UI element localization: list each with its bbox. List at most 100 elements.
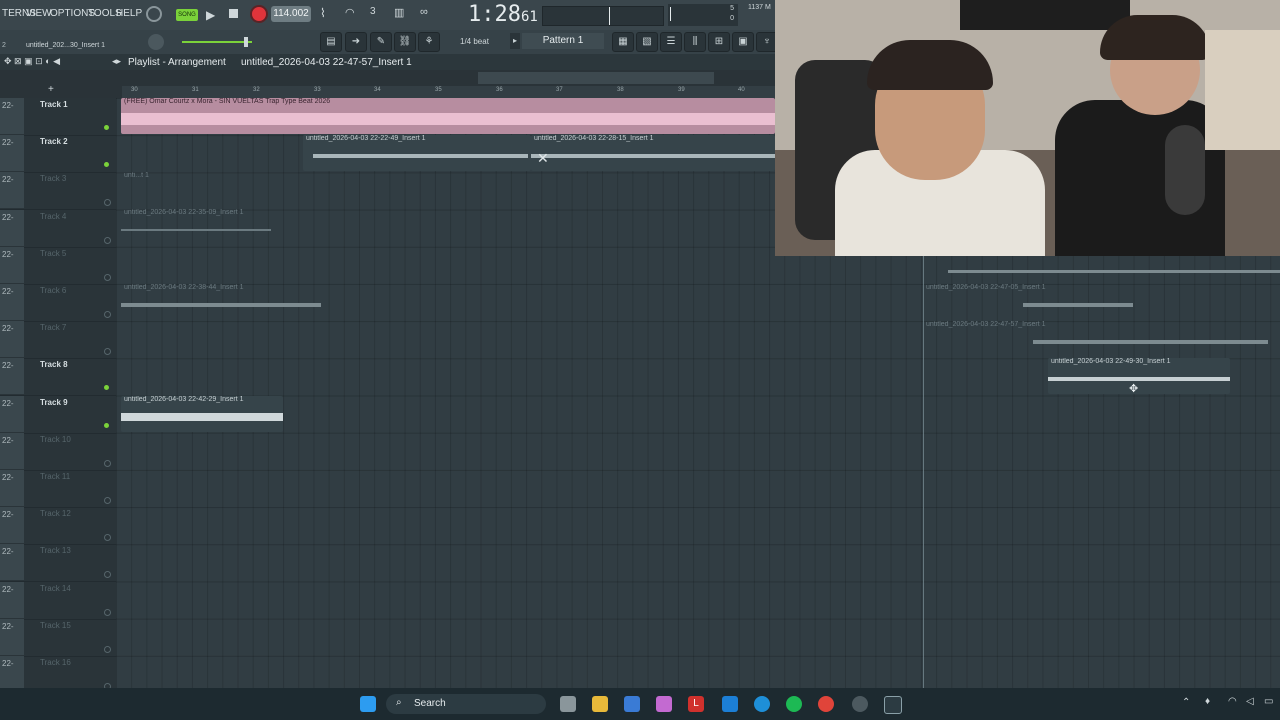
track-mute-led[interactable] [104,273,111,281]
track-header[interactable]: 22- Track 4 [0,209,116,248]
stop-icon[interactable] [229,9,238,18]
wifi-icon[interactable]: ◠ [1228,696,1237,707]
track-name: Track 4 [40,211,67,221]
playlist-tools-icon[interactable]: ✥ ⊠ ▣ ⊡ ◐ ◀ [4,56,60,67]
track-header[interactable]: 22- Track 1 [0,98,116,136]
letter-app-icon[interactable]: L [688,696,704,712]
track-mute-led[interactable] [104,236,111,244]
clip-track4[interactable]: untitled_2026-04-03 22-35-09_Insert 1 [121,209,273,245]
volume-icon[interactable]: ◁ [1246,696,1254,707]
search-icon: ⌕ [396,697,402,708]
metronome-icon[interactable]: ⌇ [320,6,326,20]
countdown-icon[interactable]: 3 [370,6,376,17]
tray-expand-icon[interactable]: ⌃ [1182,697,1190,708]
piano-icon[interactable]: ▤ [320,32,342,52]
design-app-icon[interactable] [722,696,738,712]
overview-viewport[interactable] [478,72,714,84]
clip-label: untitled_2026-04-03 22-38-44_Insert 1 [124,284,244,291]
track-header[interactable]: 22- Track 10 [0,432,116,471]
track-mute-led[interactable] [104,162,109,168]
playlist-menu-icon[interactable]: ◂▸ [112,56,121,67]
chrome-icon[interactable] [818,696,834,712]
windows-start-icon[interactable] [360,696,376,712]
clip-track3[interactable]: unti...t 1 [121,172,161,208]
track-mute-led[interactable] [104,534,111,542]
track-mute-led[interactable] [104,645,111,653]
fl-studio-icon[interactable] [852,696,868,712]
menu-view[interactable]: VIEW [26,8,52,19]
master-volume-slider[interactable] [182,37,252,47]
track-header[interactable]: 22- Track 6 [0,284,116,322]
track-mute-led[interactable] [104,385,109,391]
add-track-icon[interactable]: + [48,84,54,95]
arrow-right-icon[interactable]: ➜ [345,32,367,52]
battery-icon[interactable]: ▭ [1264,696,1273,707]
brush-icon[interactable]: ✎ [370,32,392,52]
edge-icon[interactable] [754,696,770,712]
clip-track7-b[interactable]: untitled_2026-04-03 22-47-57_Insert 1 [923,321,1268,357]
piano-roll-icon[interactable]: ▧ [636,32,658,52]
track-header[interactable]: 22- Track 8 [0,358,116,397]
clip-track2-b[interactable]: untitled_2026-04-03 22-28-15_Insert 1 [531,135,775,171]
link-icon[interactable]: ⛓ [394,32,416,52]
track-header[interactable]: 22- Track 2 [0,135,116,174]
clip-track8-b[interactable]: untitled_2026-04-03 22-49-30_Insert 1 [1048,358,1230,394]
track-mute-led[interactable] [104,497,111,504]
mixer-icon[interactable]: ⫼ [684,32,706,52]
master-volume-handle[interactable] [244,37,248,47]
plugin-icon[interactable]: ▣ [732,32,754,52]
step-edit-icon[interactable]: ▥ [394,6,404,19]
track-mute-led[interactable] [104,125,109,130]
channel-rack-icon[interactable]: ☰ [660,32,682,52]
playlist-icon[interactable]: ▦ [612,32,634,52]
track-mute-led[interactable] [104,199,111,207]
track-mute-led[interactable] [104,459,111,467]
task-view-icon[interactable] [560,696,576,712]
clip-track1-beat[interactable]: (FREE) Omar Courtz x Mora - SIN VUELTAS … [121,98,775,134]
track-mute-led[interactable] [104,608,111,616]
timeline-ruler[interactable]: 30 31 32 33 34 35 36 37 38 39 40 [122,86,775,98]
track-header[interactable]: 22- Track 11 [0,470,116,508]
master-pitch-knob[interactable] [148,34,164,50]
wait-input-icon[interactable]: ◠ [345,6,355,19]
clip-track6-b[interactable]: untitled_2026-04-03 22-47-05_Insert 1 [923,284,1133,320]
track-header[interactable]: 22- Track 12 [0,507,116,546]
track-header[interactable]: 22- Track 3 [0,172,116,211]
store-icon[interactable] [624,696,640,712]
taskbar-search-box[interactable]: ⌕ Search [386,694,546,714]
stamp-icon[interactable]: ⚘ [418,32,440,52]
clip-track2-a[interactable]: untitled_2026-04-03 22-22-49_Insert 1 [303,135,531,171]
track-header[interactable]: 22- Track 15 [0,618,116,657]
pattern-song-toggle-icon[interactable] [146,6,162,22]
clip-track6[interactable]: untitled_2026-04-03 22-38-44_Insert 1 [121,284,321,320]
menu-help[interactable]: HELP [116,8,142,19]
ruler-tick: 35 [435,87,442,93]
active-window-icon[interactable] [884,696,902,714]
track-mute-led[interactable] [104,311,111,318]
clip-waveform [531,154,775,158]
track-header[interactable]: 22- Track 9 [0,395,116,434]
record-button[interactable] [250,5,268,23]
song-time-sub: 61 [520,9,538,25]
loop-record-icon[interactable]: ∞ [420,6,428,18]
pattern-selector[interactable]: Pattern 1 [522,33,604,49]
track-mute-led[interactable] [104,348,111,356]
track-header[interactable]: 22- Track 13 [0,544,116,583]
track-mute-led[interactable] [104,422,109,428]
pattern-prev-icon[interactable]: ▸ [510,33,520,49]
spotify-icon[interactable] [786,696,802,712]
file-explorer-icon[interactable] [592,696,608,712]
browser-icon[interactable]: ⊞ [708,32,730,52]
mic-tray-icon[interactable]: ♦ [1205,696,1210,707]
app-icon[interactable] [656,696,672,712]
snap-selector[interactable]: 1/4 beat [460,37,489,46]
clip-track9[interactable]: untitled_2026-04-03 22-42-29_Insert 1 [121,396,283,432]
track-header[interactable]: 22- Track 7 [0,321,116,360]
play-icon[interactable]: ▶ [206,8,215,22]
memory-readout: 1137 M [748,4,771,11]
song-mode-button[interactable]: SONG [176,9,198,21]
track-mute-led[interactable] [104,571,111,579]
track-header[interactable]: 22- Track 5 [0,246,116,285]
track-header[interactable]: 22- Track 14 [0,581,116,620]
tempo-display[interactable]: 114.002 [271,6,311,22]
